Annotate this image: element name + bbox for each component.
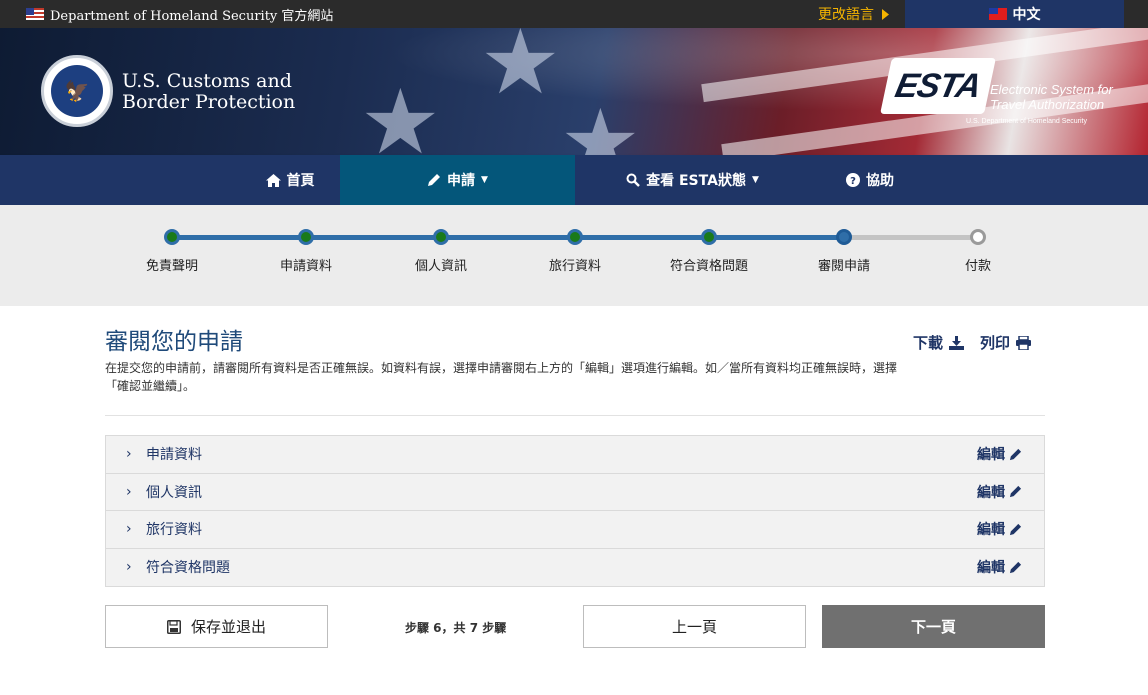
- agency-name[interactable]: U.S. Customs and Border Protection: [122, 71, 295, 113]
- edit-label: 編輯: [977, 484, 1005, 501]
- change-language-text: 更改語言: [818, 7, 874, 23]
- progress-line-completed: [172, 235, 844, 240]
- step-label: 符合資格問題: [669, 259, 748, 274]
- step-label: 旅行資料: [548, 259, 601, 274]
- eagle-icon: 🦅: [51, 65, 103, 117]
- official-site-text: Department of Homeland Security 官方網站: [50, 8, 334, 24]
- chevron-right-icon: ›: [126, 446, 132, 463]
- header-banner: ★ ★ ★ 🦅 U.S. Customs and Border Protecti…: [0, 28, 1148, 155]
- step-label: 付款: [964, 259, 991, 274]
- print-label: 列印: [980, 334, 1011, 352]
- esta-logo[interactable]: ESTA Electronic System for Travel Author…: [880, 58, 1116, 130]
- dhs-seal-logo[interactable]: 🦅: [41, 55, 113, 127]
- next-button[interactable]: 下一頁: [822, 605, 1045, 648]
- section-title: 旅行資料: [146, 522, 202, 539]
- step-label: 個人資訊: [414, 259, 467, 274]
- nav-item-check-status[interactable]: 查看 ESTA狀態 ▼: [575, 155, 810, 205]
- edit-button[interactable]: 編輯: [977, 444, 1022, 464]
- section-eligibility-questions[interactable]: › 符合資格問題 編輯: [106, 548, 1044, 586]
- edit-button[interactable]: 編輯: [977, 482, 1022, 502]
- language-selector[interactable]: 中文: [905, 0, 1124, 28]
- caret-right-icon: [882, 8, 889, 20]
- section-application-info[interactable]: › 申請資料 編輯: [106, 436, 1044, 474]
- step-marker-done: [433, 229, 449, 245]
- esta-sub-label: U.S. Department of Homeland Security: [966, 118, 1087, 125]
- edit-button[interactable]: 編輯: [977, 519, 1022, 539]
- divider: [105, 415, 1045, 416]
- page-tools: 下載 列印: [913, 332, 1032, 353]
- svg-text:?: ?: [850, 176, 856, 187]
- progress-line-remaining: [844, 235, 978, 240]
- pencil-icon: [1009, 486, 1022, 498]
- step-count: 步驟 6，共 7 步驟: [405, 621, 507, 635]
- save-and-exit-label: 保存並退出: [190, 618, 266, 636]
- edit-label: 編輯: [977, 522, 1005, 539]
- save-and-exit-button[interactable]: 保存並退出: [105, 605, 328, 648]
- agency-name-line2: Border Protection: [122, 91, 296, 113]
- pencil-icon: [428, 174, 441, 186]
- banner-star-decoration: ★: [480, 28, 561, 115]
- chevron-right-icon: ›: [126, 559, 132, 576]
- section-title: 申請資料: [146, 447, 202, 464]
- download-button[interactable]: 下載: [913, 332, 965, 353]
- nav-item-apply[interactable]: 申請 ▼: [340, 155, 575, 205]
- floppy-disk-icon: [166, 619, 181, 634]
- esta-full-name: Electronic System for Travel Authorizati…: [990, 82, 1120, 112]
- previous-button[interactable]: 上一頁: [583, 605, 806, 648]
- top-utility-bar: Department of Homeland Security 官方網站 更改語…: [0, 0, 1148, 28]
- step-marker-done: [298, 229, 314, 245]
- nav-item-help[interactable]: ? 協助: [810, 155, 930, 205]
- pencil-icon: [1009, 523, 1022, 535]
- step-marker-current: [836, 229, 852, 245]
- esta-name-line2: Travel Authorization: [990, 97, 1105, 112]
- nav-item-help-label: 協助: [866, 173, 894, 189]
- home-icon: [265, 173, 281, 187]
- us-flag-icon: [26, 8, 44, 20]
- progress-tracker: 免責聲明 申請資料 個人資訊 旅行資料 符合資格問題 審閱申請 付款: [0, 205, 1148, 306]
- search-icon: [626, 173, 640, 187]
- taiwan-flag-icon: [988, 8, 1007, 20]
- nav-item-home-label: 首頁: [286, 173, 315, 189]
- section-title: 個人資訊: [146, 484, 202, 501]
- chevron-right-icon: ›: [126, 483, 132, 500]
- edit-button[interactable]: 編輯: [977, 557, 1022, 577]
- section-travel-info[interactable]: › 旅行資料 編輯: [106, 511, 1044, 549]
- step-marker-future: [970, 229, 986, 245]
- pencil-icon: [1009, 561, 1022, 573]
- review-sections: › 申請資料 編輯 › 個人資訊 編輯 › 旅行資料 編輯 › 符合資格問題 編…: [105, 435, 1045, 587]
- esta-mark: ESTA: [880, 58, 996, 114]
- pencil-icon: [1009, 448, 1022, 460]
- step-marker-done: [701, 229, 717, 245]
- question-circle-icon: ?: [846, 173, 860, 187]
- nav-item-home[interactable]: 首頁: [240, 155, 340, 205]
- banner-star-decoration: ★: [560, 90, 641, 156]
- caret-down-icon: ▼: [481, 175, 488, 185]
- change-language-link[interactable]: 更改語言: [818, 0, 889, 28]
- nav-item-apply-label: 申請: [447, 173, 476, 189]
- section-title: 符合資格問題: [146, 560, 230, 577]
- page-title: 審閱您的申請: [105, 329, 243, 355]
- step-label: 申請資料: [279, 259, 332, 274]
- print-button[interactable]: 列印: [980, 332, 1032, 353]
- step-label: 免責聲明: [145, 259, 198, 274]
- step-marker-done: [567, 229, 583, 245]
- nav-item-check-status-label: 查看 ESTA狀態: [646, 173, 746, 189]
- main-navigation: 首頁 申請 ▼ 查看 ESTA狀態 ▼ ? 協助: [0, 155, 1148, 205]
- official-site-label: Department of Homeland Security 官方網站: [26, 0, 333, 28]
- esta-name-line1: Electronic System for: [990, 82, 1113, 97]
- caret-down-icon: ▼: [751, 175, 759, 185]
- download-icon: [949, 335, 965, 350]
- step-marker-done: [164, 229, 180, 245]
- agency-name-line1: U.S. Customs and: [122, 70, 292, 92]
- edit-label: 編輯: [977, 447, 1005, 464]
- chevron-right-icon: ›: [126, 521, 132, 538]
- section-personal-info[interactable]: › 個人資訊 編輯: [106, 473, 1044, 511]
- intro-text: 在提交您的申請前，請審閱所有資料是否正確無誤。如資料有誤，選擇申請審閱右上方的「…: [105, 361, 898, 393]
- current-language: 中文: [1012, 7, 1041, 23]
- download-label: 下載: [913, 334, 944, 352]
- step-label: 審閱申請: [817, 259, 870, 274]
- banner-star-decoration: ★: [360, 70, 441, 156]
- print-icon: [1016, 335, 1032, 350]
- edit-label: 編輯: [977, 560, 1005, 577]
